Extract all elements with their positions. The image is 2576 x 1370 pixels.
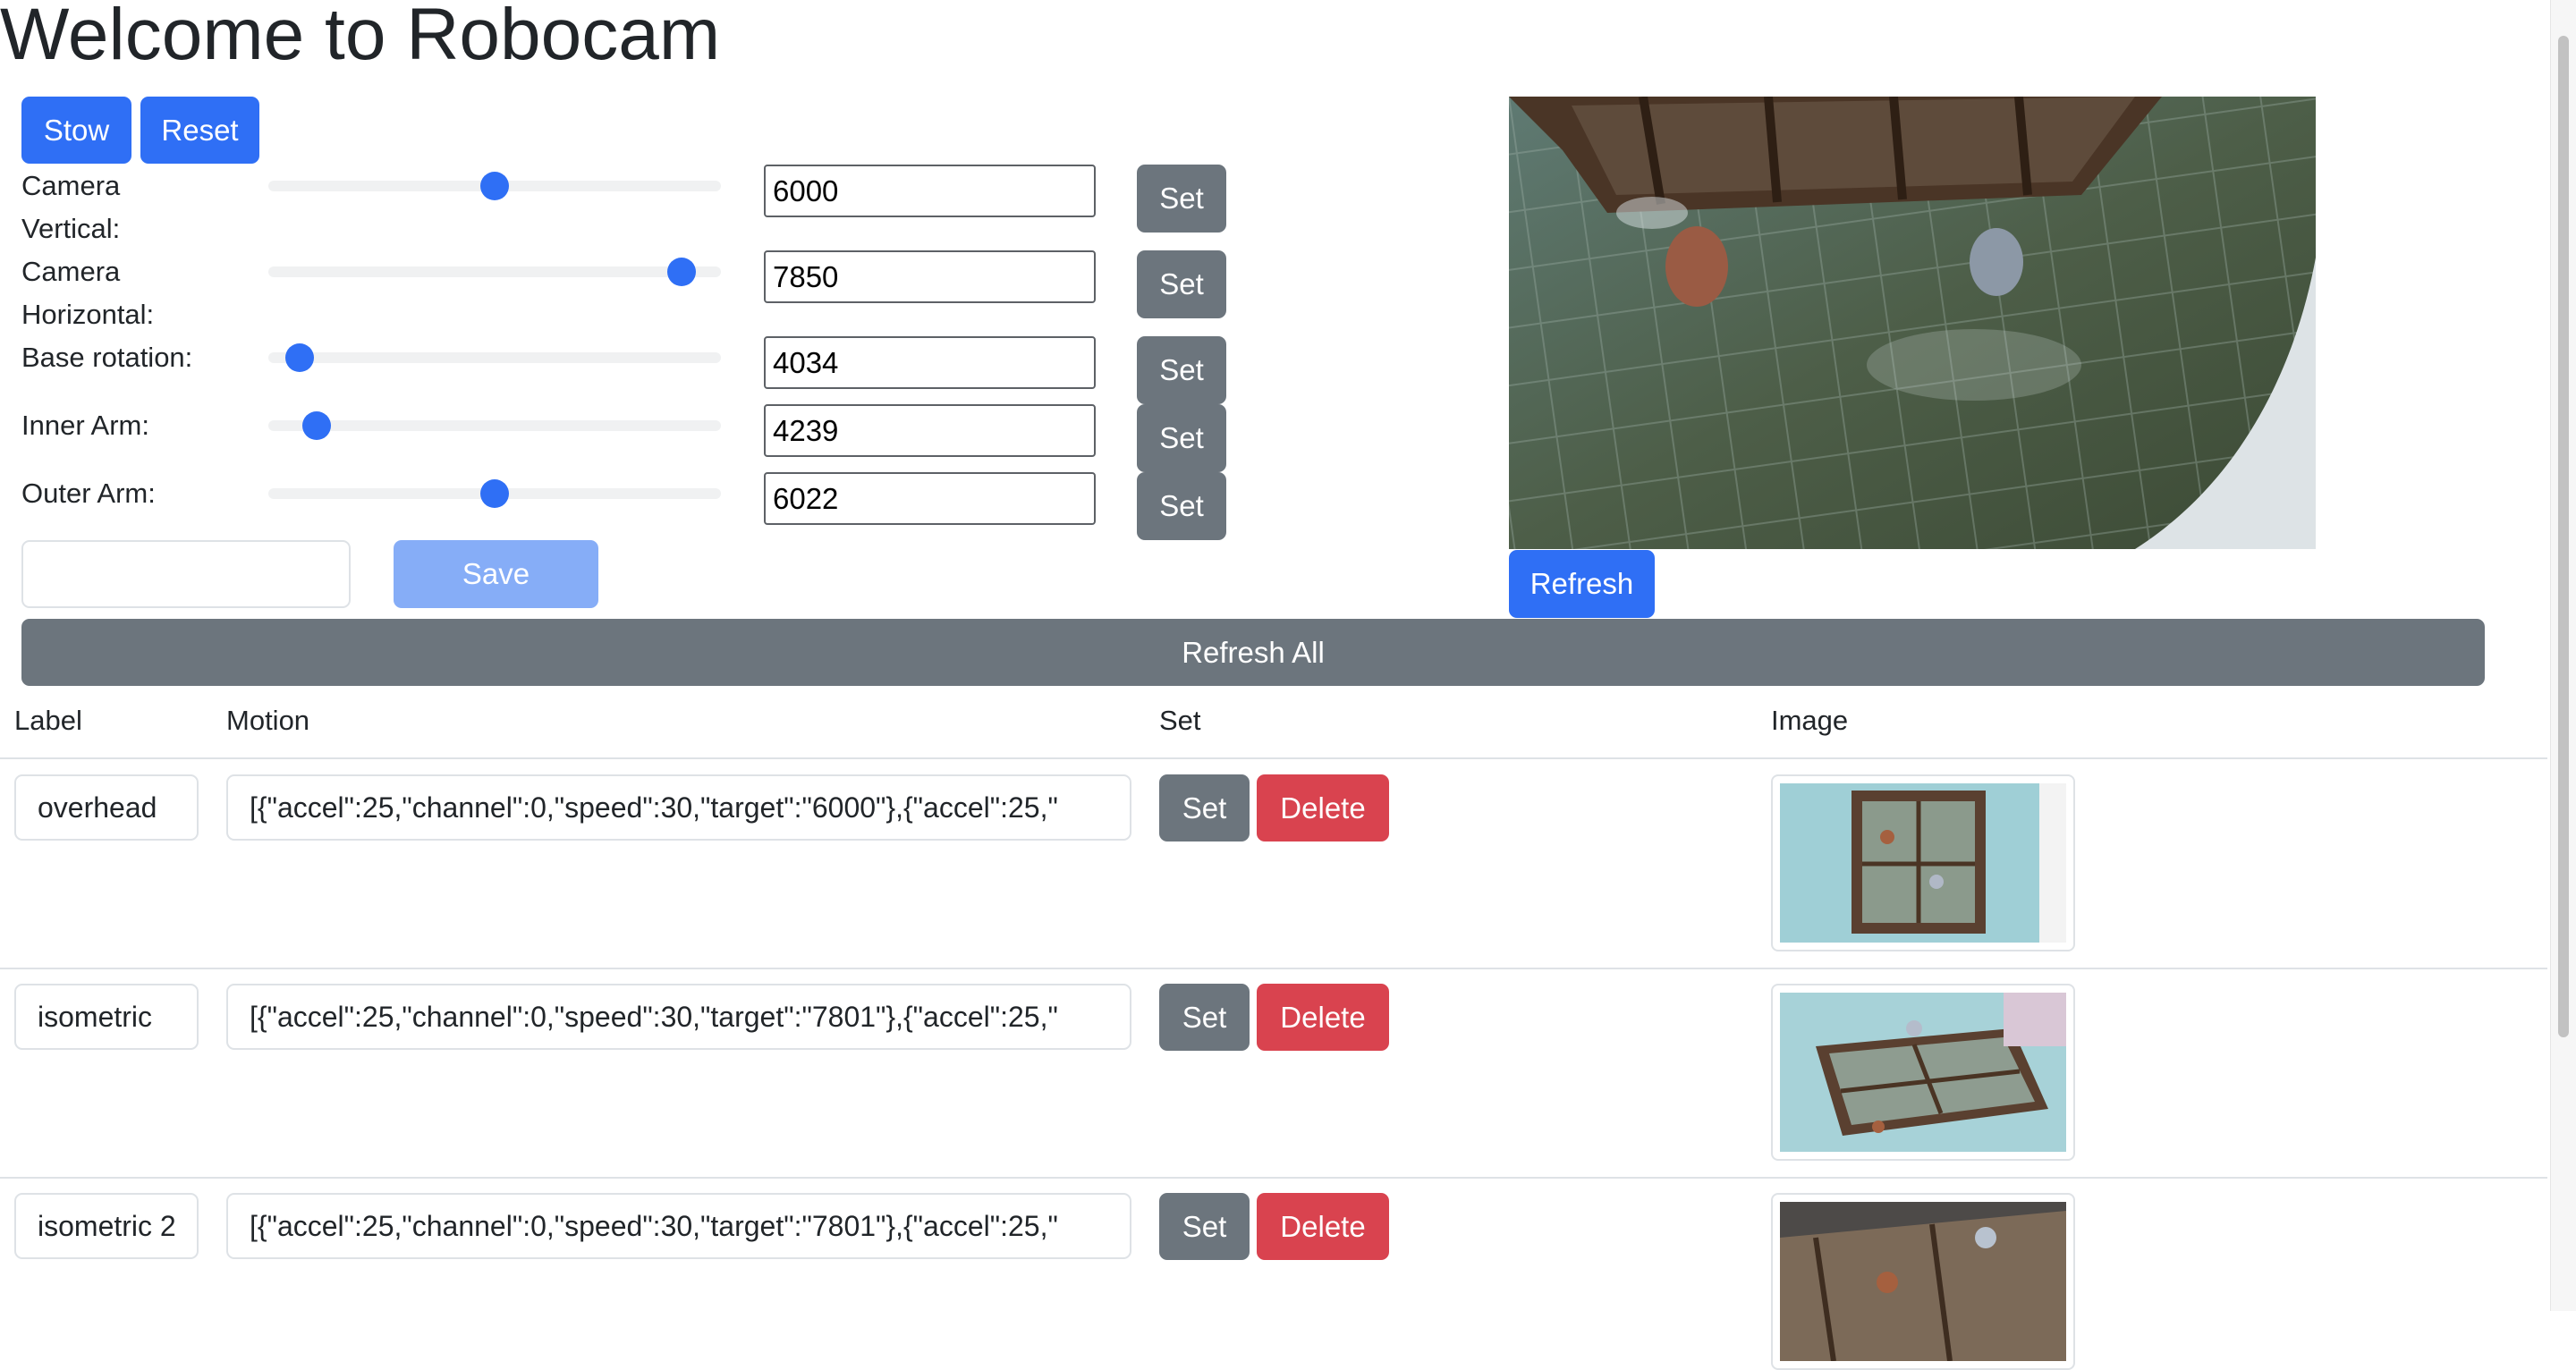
- refresh-camera-button[interactable]: Refresh: [1509, 550, 1655, 618]
- reset-button[interactable]: Reset: [140, 97, 259, 164]
- column-header-image: Image: [1771, 705, 1849, 736]
- camera-horizontal-set-button[interactable]: Set: [1137, 250, 1226, 318]
- base-rotation-set-button[interactable]: Set: [1137, 336, 1226, 404]
- row-label-input[interactable]: isometric: [14, 984, 199, 1050]
- camera-horizontal-label: Camera Horizontal:: [21, 250, 154, 336]
- row-thumbnail-image: [1771, 984, 2075, 1161]
- row-set-button[interactable]: Set: [1159, 984, 1250, 1051]
- camera-vertical-label-line1: Camera: [21, 170, 121, 201]
- outer-arm-set-button[interactable]: Set: [1137, 472, 1226, 540]
- column-header-label: Label: [14, 705, 82, 736]
- inner-arm-slider-thumb[interactable]: [301, 411, 331, 440]
- row-set-button[interactable]: Set: [1159, 1193, 1250, 1260]
- page-scrollbar[interactable]: [2550, 0, 2576, 1311]
- overhead-thumbnail-graphic: [1780, 783, 2066, 943]
- camera-horizontal-label-line1: Camera: [21, 256, 121, 287]
- row-label-input[interactable]: overhead: [14, 774, 199, 841]
- row-thumbnail-image: [1771, 774, 2075, 951]
- row-set-button[interactable]: Set: [1159, 774, 1250, 841]
- inner-arm-input[interactable]: [764, 404, 1096, 457]
- inner-arm-set-button[interactable]: Set: [1137, 404, 1226, 472]
- row-delete-button[interactable]: Delete: [1257, 774, 1389, 841]
- camera-vertical-label-line2: Vertical:: [21, 213, 121, 244]
- table-header-divider: [0, 757, 2547, 759]
- row-divider: [0, 968, 2547, 969]
- row-motion-input[interactable]: [{"accel":25,"channel":0,"speed":30,"tar…: [226, 984, 1131, 1050]
- page-scrollbar-thumb[interactable]: [2558, 36, 2569, 1037]
- camera-feed-graphic: [1509, 97, 2316, 549]
- page-title: Welcome to Robocam: [0, 0, 721, 75]
- camera-horizontal-slider-thumb[interactable]: [666, 258, 696, 286]
- camera-vertical-set-button[interactable]: Set: [1137, 165, 1226, 233]
- row-delete-button[interactable]: Delete: [1257, 984, 1389, 1051]
- camera-horizontal-slider[interactable]: [268, 258, 721, 286]
- camera-horizontal-input[interactable]: [764, 250, 1096, 303]
- base-rotation-input[interactable]: [764, 336, 1096, 389]
- outer-arm-label: Outer Arm:: [21, 478, 156, 509]
- outer-arm-slider-thumb[interactable]: [480, 479, 509, 508]
- isometric-thumbnail-graphic: [1780, 993, 2066, 1152]
- row-motion-input[interactable]: [{"accel":25,"channel":0,"speed":30,"tar…: [226, 1193, 1131, 1259]
- inner-arm-slider[interactable]: [268, 411, 721, 440]
- position-name-input[interactable]: [21, 540, 351, 608]
- isometric-2-thumbnail-graphic: [1780, 1202, 2066, 1362]
- row-label-input[interactable]: isometric 2: [14, 1193, 199, 1259]
- stow-button[interactable]: Stow: [21, 97, 131, 164]
- save-button[interactable]: Save: [394, 540, 598, 608]
- outer-arm-slider[interactable]: [268, 479, 721, 508]
- refresh-all-button[interactable]: Refresh All: [21, 619, 2485, 686]
- camera-vertical-slider-thumb[interactable]: [480, 172, 509, 200]
- camera-vertical-input[interactable]: [764, 165, 1096, 217]
- camera-vertical-slider[interactable]: [268, 172, 721, 200]
- camera-feed-image: [1509, 97, 2316, 549]
- outer-arm-input[interactable]: [764, 472, 1096, 525]
- row-delete-button[interactable]: Delete: [1257, 1193, 1389, 1260]
- row-divider: [0, 1177, 2547, 1179]
- row-motion-input[interactable]: [{"accel":25,"channel":0,"speed":30,"tar…: [226, 774, 1131, 841]
- base-rotation-slider[interactable]: [268, 343, 721, 372]
- base-rotation-label: Base rotation:: [21, 342, 193, 373]
- camera-vertical-label: Camera Vertical:: [21, 165, 120, 250]
- base-rotation-slider-thumb[interactable]: [284, 343, 314, 372]
- inner-arm-label: Inner Arm:: [21, 410, 149, 441]
- row-thumbnail-image: [1771, 1193, 2075, 1370]
- column-header-set: Set: [1159, 705, 1201, 736]
- camera-horizontal-label-line2: Horizontal:: [21, 299, 155, 330]
- column-header-motion: Motion: [226, 705, 310, 736]
